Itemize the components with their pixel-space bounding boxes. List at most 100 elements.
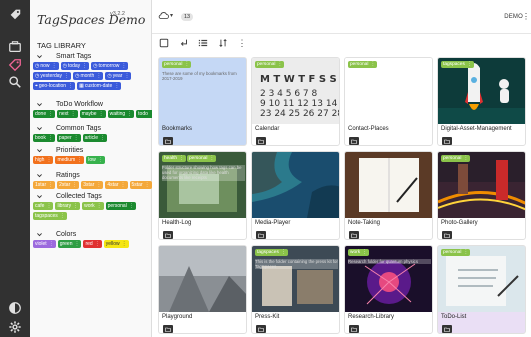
tag-menu-icon[interactable]: ⋮: [100, 134, 105, 142]
chevron-down-icon[interactable]: [34, 123, 44, 133]
settings-gear-icon[interactable]: [7, 319, 23, 335]
tag-group-ratings[interactable]: Ratings: [34, 170, 80, 180]
tag-chip-medium[interactable]: medium ⋮: [55, 156, 85, 164]
tag-chip-year[interactable]: ◷ year ⋮: [105, 72, 132, 80]
tag-menu-icon[interactable]: ⋮: [48, 110, 53, 118]
tag-menu-icon[interactable]: ⋮: [96, 72, 101, 80]
card-tag-personal[interactable]: personal ⋮: [187, 155, 217, 162]
tag-group-todo-workflow[interactable]: ToDo Workflow: [34, 99, 103, 109]
tag-menu-icon[interactable]: ⋮: [184, 62, 189, 67]
tag-menu-icon[interactable]: ⋮: [97, 202, 102, 210]
tag-menu-icon[interactable]: ⋮: [71, 110, 76, 118]
tag-menu-icon[interactable]: ⋮: [129, 202, 134, 210]
tag-chip-maybe[interactable]: maybe ⋮: [79, 110, 106, 118]
tag-group-smart-tags[interactable]: Smart Tags: [34, 51, 91, 61]
locations-icon[interactable]: [7, 39, 23, 55]
tag-menu-icon[interactable]: ⋮: [74, 134, 79, 142]
card-tag-health[interactable]: health ⋮: [162, 155, 186, 162]
tag-menu-icon[interactable]: ⋮: [73, 202, 78, 210]
tag-chip-tomorrow[interactable]: ◷ tomorrow ⋮: [91, 62, 129, 70]
tag-menu-icon[interactable]: ⋮: [64, 72, 69, 80]
tag-menu-icon[interactable]: ⋮: [52, 62, 57, 70]
tag-chip-low[interactable]: low ⋮: [86, 156, 105, 164]
parent-folder-icon[interactable]: [178, 37, 190, 49]
sort-icon[interactable]: [217, 37, 229, 49]
tag-chip-now[interactable]: ◷ now ⋮: [33, 62, 59, 70]
tag-chip-violet[interactable]: violet ⋮: [33, 240, 56, 248]
tag-menu-icon[interactable]: ⋮: [82, 62, 87, 70]
card-tag-personal[interactable]: personal ⋮: [255, 61, 285, 68]
tag-menu-icon[interactable]: ⋮: [370, 62, 375, 67]
tag-menu-icon[interactable]: ⋮: [121, 62, 126, 70]
tag-group-priorities[interactable]: Priorities: [34, 145, 83, 155]
tag-chip-high[interactable]: high ⋮: [33, 156, 54, 164]
tag-chip-red[interactable]: red ⋮: [83, 240, 102, 248]
location-switch-button[interactable]: ▾: [158, 11, 173, 20]
tag-menu-icon[interactable]: ⋮: [209, 156, 214, 161]
tag-menu-icon[interactable]: ⋮: [124, 72, 129, 80]
folder-card[interactable]: tagspaces ⋮ This is the folder containing …: [251, 245, 340, 334]
tag-menu-icon[interactable]: ⋮: [467, 62, 472, 67]
tag-menu-icon[interactable]: ⋮: [74, 240, 79, 248]
card-tag-tagspaces[interactable]: tagspaces ⋮: [255, 249, 288, 256]
folder-card[interactable]: personal ⋮ Photo-Gallery: [437, 151, 526, 240]
chevron-down-icon[interactable]: [34, 99, 44, 109]
tag-chip-work[interactable]: work ⋮: [82, 202, 104, 210]
chevron-down-icon[interactable]: [34, 51, 44, 61]
tag-menu-icon[interactable]: ⋮: [122, 240, 127, 248]
tag-menu-icon[interactable]: ⋮: [114, 82, 119, 90]
tag-menu-icon[interactable]: ⋮: [48, 181, 53, 189]
tag-menu-icon[interactable]: ⋮: [121, 181, 126, 189]
select-all-checkbox[interactable]: [158, 37, 170, 49]
tag-menu-icon[interactable]: ⋮: [463, 156, 468, 161]
tag-chip-book[interactable]: book ⋮: [33, 134, 55, 142]
tag-menu-icon[interactable]: ⋮: [96, 181, 101, 189]
tag-menu-icon[interactable]: ⋮: [46, 202, 51, 210]
folder-card[interactable]: Playground: [158, 245, 247, 334]
tag-menu-icon[interactable]: ⋮: [49, 240, 54, 248]
search-icon[interactable]: [7, 74, 23, 90]
tag-chip-yesterday[interactable]: ◷ yesterday ⋮: [33, 72, 72, 80]
tag-menu-icon[interactable]: ⋮: [72, 181, 77, 189]
tag-menu-icon[interactable]: ⋮: [77, 156, 82, 164]
tag-menu-icon[interactable]: ⋮: [98, 156, 103, 164]
folder-card[interactable]: Media-Player: [251, 151, 340, 240]
tag-chip-personal[interactable]: personal ⋮: [105, 202, 136, 210]
location-name[interactable]: DEMO: [504, 14, 523, 20]
folder-card[interactable]: Note-Taking: [344, 151, 433, 240]
card-tag-personal[interactable]: personal ⋮: [441, 249, 471, 256]
tag-menu-icon[interactable]: ⋮: [463, 250, 468, 255]
tag-group-common-tags[interactable]: Common Tags: [34, 123, 101, 133]
tag-chip-today[interactable]: ◷ today ⋮: [60, 62, 90, 70]
folder-card[interactable]: M T W T F S S 2 3 4 5 6 7 89 10 11 12 13 …: [251, 57, 340, 146]
tag-menu-icon[interactable]: ⋮: [145, 181, 150, 189]
tag-chip-done[interactable]: done ⋮: [33, 110, 56, 118]
tag-menu-icon[interactable]: ⋮: [46, 156, 51, 164]
tag-menu-icon[interactable]: ⋮: [127, 110, 132, 118]
chevron-down-icon[interactable]: [34, 191, 44, 201]
card-tag-work[interactable]: work ⋮: [348, 249, 369, 256]
chevron-down-icon[interactable]: [34, 145, 44, 155]
folder-card[interactable]: personal ⋮ ToDo-List: [437, 245, 526, 334]
tag-chip-yellow[interactable]: yellow ⋮: [103, 240, 129, 248]
tag-menu-icon[interactable]: ⋮: [48, 134, 53, 142]
chevron-down-icon[interactable]: [34, 170, 44, 180]
card-tag-personal[interactable]: personal ⋮: [162, 61, 192, 68]
tag-chip-2star[interactable]: 2star ⋮: [57, 181, 80, 189]
tagspaces-logo-icon[interactable]: [7, 6, 23, 22]
list-view-icon[interactable]: [197, 37, 209, 49]
folder-card[interactable]: tagspaces ⋮ Digital-Asset-Management: [437, 57, 526, 146]
more-vert-icon[interactable]: ⋮: [522, 12, 530, 21]
tag-group-colors[interactable]: Colors: [34, 229, 76, 239]
tag-chip-green[interactable]: green ⋮: [57, 240, 82, 248]
tag-chip-custom-date[interactable]: ▦ custom-date ⋮: [77, 82, 122, 90]
tag-menu-icon[interactable]: ⋮: [68, 82, 73, 90]
tag-chip-tagspaces[interactable]: tagspaces ⋮: [33, 212, 67, 220]
card-tag-tagspaces[interactable]: tagspaces ⋮: [441, 61, 474, 68]
theme-toggle-icon[interactable]: [7, 300, 23, 316]
folder-card[interactable]: work ⋮ Research folder for quantum physics…: [344, 245, 433, 334]
tag-group-collected-tags[interactable]: Collected Tags: [34, 191, 102, 201]
tag-chip-library[interactable]: library ⋮: [55, 202, 81, 210]
tag-chip-waiting[interactable]: waiting ⋮: [107, 110, 135, 118]
folder-card[interactable]: health ⋮ personal ⋮ Folder structure showing…: [158, 151, 247, 240]
